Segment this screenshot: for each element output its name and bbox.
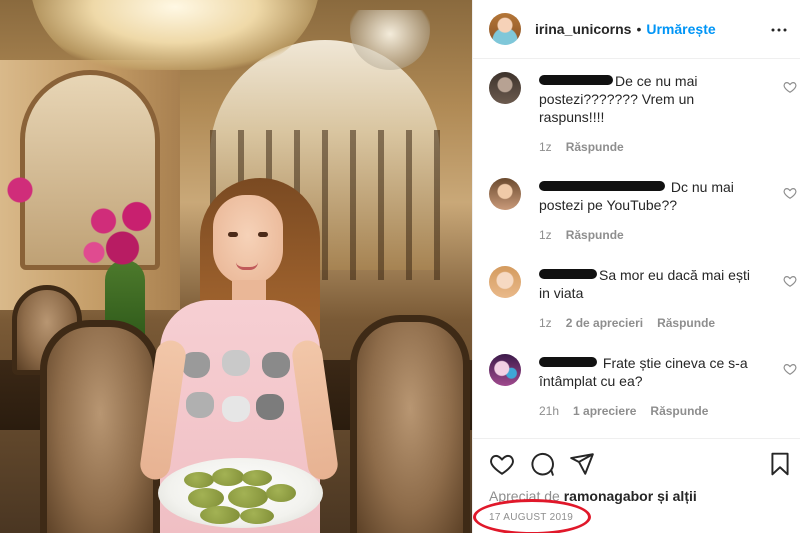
post-header: irina_unicorns • Urmărește [473,0,800,59]
comment-text-block: Sa mor eu dacă mai ești in viata [539,266,761,302]
cookie [212,468,244,486]
girl-face [213,195,283,285]
comment-likes-count[interactable]: 1 apreciere [573,404,636,418]
commenter-avatar[interactable] [489,354,521,386]
cat-print [182,352,210,378]
more-options-icon[interactable] [767,18,791,42]
action-icons [489,451,595,477]
cookie [266,484,296,502]
comment-time[interactable]: 1z [539,228,552,242]
commenter-avatar[interactable] [489,178,521,210]
avatar[interactable] [489,13,521,45]
cat-print [222,350,250,376]
redacted-username [539,181,665,192]
share-icon[interactable] [569,451,595,477]
cat-print [262,352,290,378]
comment-time[interactable]: 1z [539,140,552,154]
redacted-username [539,75,613,86]
redacted-username [539,357,597,368]
commenter-avatar[interactable] [489,266,521,298]
comment-icon[interactable] [529,451,555,477]
red-annotation-circle [473,499,591,533]
cookie [184,472,214,488]
comment-meta: 1z 2 de aprecieri Răspunde [539,316,715,330]
cookie [240,508,274,524]
bookmark-icon[interactable] [767,451,793,477]
reply-button[interactable]: Răspunde [566,140,624,154]
eye [228,232,238,237]
comment-meta: 21h 1 apreciere Răspunde [539,404,708,418]
comment-likes-count[interactable]: 2 de aprecieri [566,316,643,330]
cookie [242,470,272,486]
heart-icon[interactable] [489,451,515,477]
eye [258,232,268,237]
post-photo[interactable] [0,0,472,533]
comment-meta: 1z Răspunde [539,228,624,242]
comment-text-block: Frate știe cineva ce s-a întâmplat cu ea… [539,354,761,390]
comment-heart-icon[interactable] [783,80,797,94]
comment-time[interactable]: 1z [539,316,552,330]
separator-dot: • [636,21,642,37]
cat-print [256,394,284,420]
commenter-avatar[interactable] [489,72,521,104]
comment-time[interactable]: 21h [539,404,559,418]
comment-heart-icon[interactable] [783,186,797,200]
comment-heart-icon[interactable] [783,274,797,288]
liked-by-user[interactable]: ramonagabor [564,488,653,504]
follow-button[interactable]: Urmărește [646,21,715,37]
cookie [228,486,268,508]
chair [40,320,160,533]
comments-list[interactable]: De ce nu mai postezi??????? Vrem un rasp… [473,60,800,437]
redacted-username [539,269,597,280]
comment-text-block: Dc nu mai postezi pe YouTube?? [539,178,761,214]
comment-heart-icon[interactable] [783,362,797,376]
post-actions: Apreciat de ramonagabor și alții 17 AUGU… [473,438,800,533]
reply-button[interactable]: Răspunde [566,228,624,242]
liked-by-others[interactable]: și alții [657,488,697,504]
reply-button[interactable]: Răspunde [650,404,708,418]
chair [350,315,470,533]
comment-meta: 1z Răspunde [539,140,624,154]
reply-button[interactable]: Răspunde [657,316,715,330]
cookie [200,506,240,524]
cat-print [222,396,250,422]
post-side-panel: irina_unicorns • Urmărește De ce nu mai … [472,0,800,533]
flowers [0,160,50,220]
cookie [188,488,224,508]
comment-text-block: De ce nu mai postezi??????? Vrem un rasp… [539,72,761,126]
orchid-flowers [75,185,170,275]
cat-print [186,392,214,418]
username[interactable]: irina_unicorns [535,21,631,37]
